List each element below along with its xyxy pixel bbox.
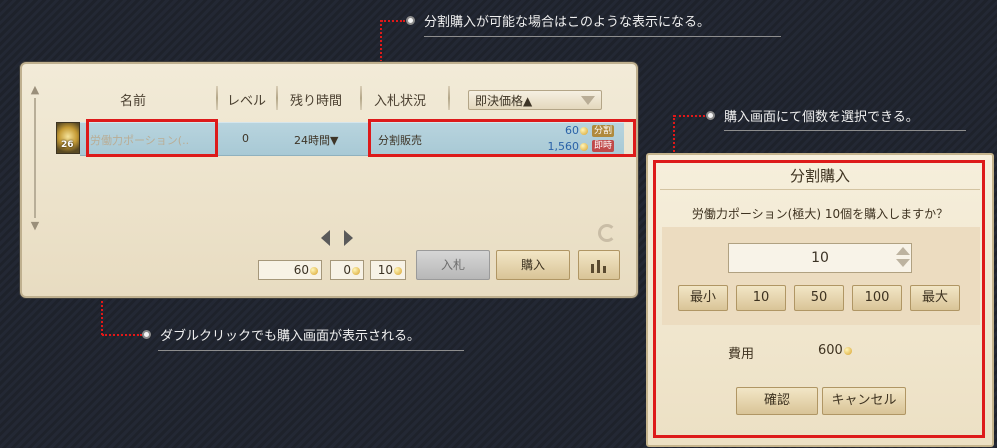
callout-underline (424, 36, 781, 37)
split-tag: 分割 (592, 125, 615, 137)
dialog-title: 分割購入 (789, 167, 850, 185)
bid-button[interactable]: 入札 (416, 250, 490, 280)
spin-up-icon[interactable] (896, 247, 910, 255)
confirm-button[interactable]: 確認 (736, 387, 818, 415)
callout-underline (158, 350, 464, 351)
sort-select[interactable]: 即決価格▲ (468, 90, 602, 110)
sort-select-value: 即決価格▲ (475, 94, 533, 108)
quantity-50-button[interactable]: 50 (794, 285, 844, 311)
column-divider (360, 86, 362, 110)
callout-bullet (706, 111, 715, 120)
callout-connector (381, 20, 405, 22)
callout-select-quantity: 購入画面にて個数を選択できる。 (724, 110, 919, 125)
chevron-down-icon (581, 96, 595, 105)
deposit-value: 10 (377, 263, 393, 277)
cost-value: 600 (818, 343, 852, 358)
bid-price-value: 60 (293, 263, 309, 277)
dialog-message: 労働力ポーション(極大) 10個を購入しますか？ (691, 207, 949, 221)
fee-field: 0 (330, 260, 364, 280)
instant-price-value: 1,560 (547, 140, 580, 153)
column-divider (448, 86, 450, 110)
quantity-100-button[interactable]: 100 (852, 285, 902, 311)
unit-price-value: 60 (565, 124, 579, 137)
item-stack-count: 26 (61, 140, 74, 150)
coin-icon (580, 143, 588, 151)
callout-connector (673, 115, 675, 155)
scrollbar[interactable]: ▲ ▼ (30, 84, 40, 234)
quantity-input[interactable]: 10 (728, 243, 912, 273)
column-divider (216, 86, 218, 110)
scroll-track[interactable] (34, 98, 36, 218)
cost-label: 費用 (728, 347, 755, 362)
item-level: 0 (242, 132, 249, 145)
callout-underline (724, 130, 966, 131)
column-header-level[interactable]: レベル (227, 90, 266, 109)
quantity-10-button[interactable]: 10 (736, 285, 786, 311)
page-prev-icon[interactable] (321, 230, 330, 246)
callout-double-click: ダブルクリックでも購入画面が表示される。 (160, 329, 421, 344)
column-header-name[interactable]: 名前 (120, 90, 146, 109)
bid-price-field[interactable]: 60 (258, 260, 322, 280)
quantity-min-button[interactable]: 最小 (678, 285, 728, 311)
spin-down-icon[interactable] (896, 259, 910, 267)
page-next-icon[interactable] (344, 230, 353, 246)
cost-amount: 600 (818, 343, 843, 358)
stats-button[interactable] (578, 250, 620, 280)
unit-price: 60 (520, 124, 588, 137)
bar-chart-icon (591, 260, 606, 273)
scroll-down-icon[interactable]: ▼ (30, 220, 40, 231)
column-header-bid-status[interactable]: 入札状況 (374, 90, 426, 109)
callout-connector (674, 115, 705, 117)
item-name: 労働力ポーション(.. (90, 134, 190, 147)
coin-icon (352, 266, 360, 275)
callout-bullet (406, 16, 415, 25)
cancel-button[interactable]: キャンセル (822, 387, 906, 415)
deposit-field: 10 (370, 260, 406, 280)
instant-tag: 即時 (592, 140, 615, 152)
refresh-icon[interactable] (598, 224, 616, 242)
item-status: 分割販売 (378, 134, 422, 147)
column-divider (276, 86, 278, 110)
split-purchase-dialog: 分割購入 労働力ポーション(極大) 10個を購入しますか？ 10 最小 10 5… (646, 153, 994, 447)
scroll-up-icon[interactable]: ▲ (30, 84, 40, 95)
coin-icon (310, 266, 318, 275)
item-time-left: 24時間▼ (294, 134, 339, 147)
buy-button[interactable]: 購入 (496, 250, 570, 280)
auction-panel: ▲ ▼ 名前 レベル 残り時間 入札状況 即決価格▲ 26 労働力ポーション(.… (20, 62, 638, 298)
callout-connector (102, 334, 142, 336)
coin-icon (394, 266, 402, 275)
fee-value: 0 (343, 263, 351, 277)
callout-bullet (142, 330, 151, 339)
instant-price: 1,560 (520, 140, 588, 153)
coin-icon (843, 346, 852, 355)
coin-icon (580, 127, 588, 135)
column-header-time-left[interactable]: 残り時間 (290, 90, 342, 109)
table-row[interactable]: 労働力ポーション(.. 0 24時間▼ 分割販売 60 1,560 分割 即時 (80, 122, 624, 156)
callout-split-purchase: 分割購入が可能な場合はこのような表示になる。 (424, 15, 711, 30)
divider (660, 189, 980, 190)
quantity-max-button[interactable]: 最大 (910, 285, 960, 311)
